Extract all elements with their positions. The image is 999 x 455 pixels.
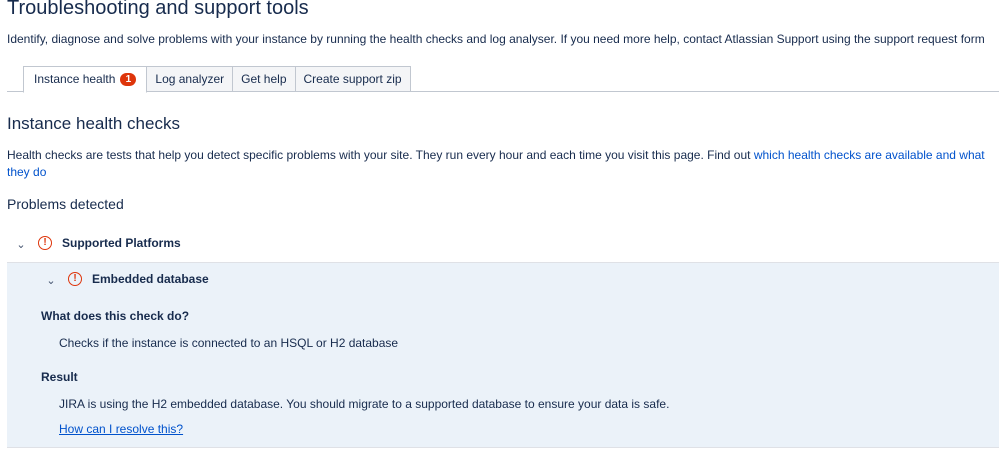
- chevron-down-icon[interactable]: ⌄: [46, 276, 56, 287]
- result-text: JIRA is using the H2 embedded database. …: [59, 397, 670, 411]
- page-title: Troubleshooting and support tools: [7, 0, 309, 19]
- problems-heading: Problems detected: [7, 196, 124, 212]
- tab-label: Instance health: [34, 72, 116, 86]
- check-label[interactable]: Embedded database: [92, 272, 209, 286]
- error-circle-icon: !: [68, 272, 82, 286]
- problem-count-badge: 1: [120, 73, 137, 86]
- resolve-link[interactable]: How can I resolve this?: [59, 422, 183, 436]
- tab-create-support-zip[interactable]: Create support zip: [295, 66, 411, 92]
- tab-log-analyzer[interactable]: Log analyzer: [147, 66, 234, 92]
- chevron-down-icon[interactable]: ⌄: [16, 240, 26, 251]
- tab-get-help[interactable]: Get help: [233, 66, 296, 92]
- error-circle-icon: !: [38, 236, 52, 250]
- tab-instance-health[interactable]: Instance health 1: [23, 66, 148, 93]
- result-heading: Result: [41, 370, 78, 384]
- group-supported-platforms[interactable]: ⌄ ! Supported Platforms: [7, 231, 999, 257]
- description-text: Health checks are tests that help you de…: [7, 148, 754, 162]
- check-detail-panel: ⌄ ! Embedded database What does this che…: [7, 262, 999, 448]
- section-title: Instance health checks: [7, 114, 180, 133]
- tab-bar: Instance health 1 Log analyzer Get help C…: [7, 66, 999, 93]
- section-description: Health checks are tests that help you de…: [7, 147, 999, 181]
- what-heading: What does this check do?: [41, 309, 190, 323]
- page-intro: Identify, diagnose and solve problems wi…: [7, 32, 985, 46]
- group-label: Supported Platforms: [62, 236, 181, 250]
- what-text: Checks if the instance is connected to a…: [59, 336, 399, 350]
